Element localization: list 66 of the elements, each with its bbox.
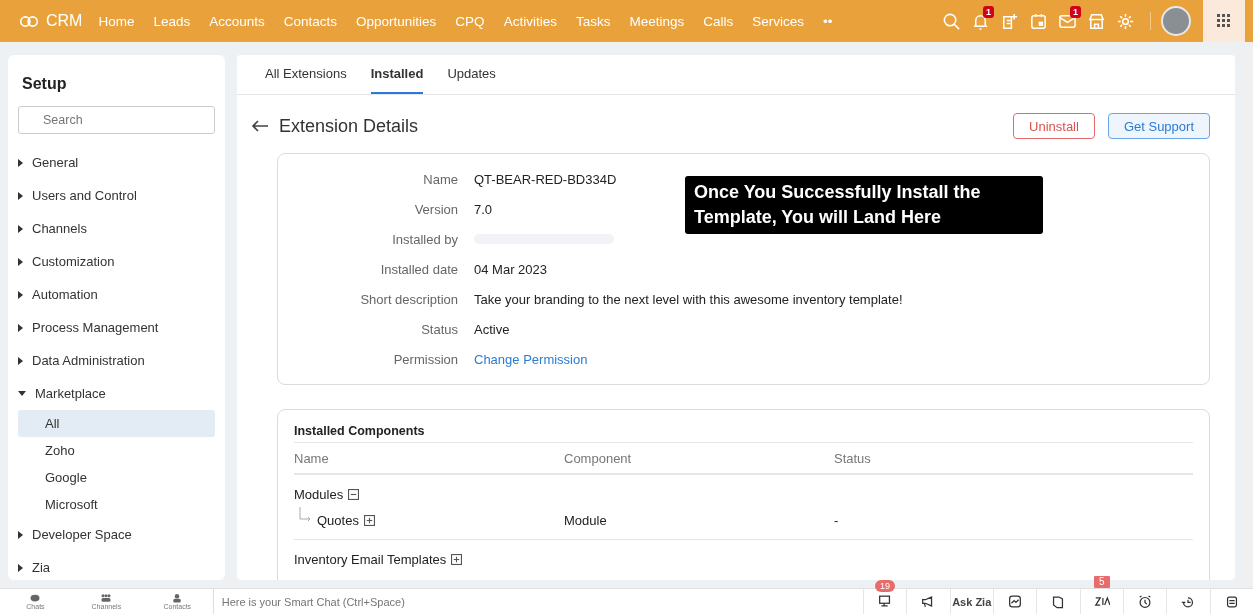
column-header: Component: [564, 450, 633, 466]
sidebar-item[interactable]: Automation: [18, 278, 215, 311]
tab[interactable]: All Extensions: [265, 55, 347, 94]
annotation-callout: Once You Successfully Install the Template, You will Land Here: [685, 176, 1043, 234]
column-header: Status: [834, 450, 872, 466]
field-label: Version: [413, 201, 458, 217]
field-value: 04 Mar 2023: [474, 261, 547, 277]
chart-icon[interactable]: [1007, 594, 1024, 609]
table-cell: Quotes: [317, 512, 359, 528]
field-value: QT-BEAR-RED-BD334D: [474, 171, 617, 187]
field-value: Take your branding to the next level with this awesome inventory template!: [474, 291, 903, 307]
field-label: Installed by: [391, 231, 458, 247]
sidebar-item[interactable]: General: [18, 146, 215, 179]
sidebar-subitem[interactable]: Google: [18, 464, 215, 491]
back-arrow-icon[interactable]: [251, 119, 269, 133]
field-label: Installed date: [379, 261, 458, 277]
sidebar-subitem[interactable]: Microsoft: [18, 491, 215, 518]
zia-icon[interactable]: [1093, 594, 1110, 609]
sidebar-item[interactable]: Marketplace: [18, 377, 215, 410]
chat-bubble-icon: [29, 593, 42, 603]
toggle-button[interactable]: [348, 488, 360, 500]
toggle-button[interactable]: [363, 514, 375, 526]
person-icon: [171, 593, 184, 603]
sidebar-subitem[interactable]: All: [18, 410, 215, 437]
sidebar-item[interactable]: Process Management: [18, 311, 215, 344]
sidebar-item[interactable]: Customization: [18, 245, 215, 278]
tree-connector-icon: [298, 507, 312, 523]
tab[interactable]: Updates: [447, 55, 496, 94]
sidebar-item[interactable]: Channels: [18, 212, 215, 245]
action-button[interactable]: Get Support: [1107, 113, 1210, 139]
smart-chat-field[interactable]: Here is your Smart Chat (Ctrl+Space): [212, 588, 863, 614]
field-label: Short description: [359, 291, 458, 307]
scrollbar[interactable]: [1241, 42, 1253, 588]
group-icon: [100, 593, 113, 603]
search-field[interactable]: Search: [18, 106, 215, 134]
table-cell-text: Module: [564, 512, 608, 528]
notification-badge: 5: [1094, 576, 1110, 588]
notification-badge: 19: [875, 580, 896, 592]
field-label: Status: [420, 321, 458, 337]
group-name: Inventory Email Templates: [294, 551, 447, 567]
field-value: 7.0: [474, 201, 493, 217]
sidebar-item[interactable]: Users and Control: [18, 179, 215, 212]
sidebar-subitem[interactable]: Zoho: [18, 437, 215, 464]
action-button[interactable]: Uninstall: [1013, 113, 1095, 139]
toggle-button[interactable]: [451, 553, 463, 565]
change-permission-link[interactable]: Change Permission: [474, 351, 588, 367]
sidebar-item[interactable]: Data Administration: [18, 344, 215, 377]
avatar[interactable]: [1161, 6, 1191, 36]
notification-badge: 1: [983, 5, 994, 18]
sidebar-item[interactable]: Developer Space: [18, 518, 215, 551]
field-value: Active: [474, 321, 510, 337]
notification-badge: 1: [1070, 5, 1081, 18]
column-header: Name: [294, 450, 330, 466]
table-cell-text: -: [834, 512, 840, 528]
field-label: Permission: [392, 351, 458, 367]
sidebar-item[interactable]: Zia: [18, 551, 215, 580]
apps-button[interactable]: [1203, 0, 1245, 42]
tab[interactable]: Installed: [370, 55, 424, 94]
alarm-icon[interactable]: [1137, 594, 1154, 609]
sidebar-title: Setup: [22, 75, 68, 93]
field-label: Name: [422, 171, 458, 187]
grid-icon: [1217, 14, 1231, 28]
group-name: Modules: [294, 486, 344, 502]
section-title: Installed Components: [294, 424, 1193, 443]
logo-icon: [18, 14, 40, 28]
page-title: Extension Details: [279, 115, 419, 137]
